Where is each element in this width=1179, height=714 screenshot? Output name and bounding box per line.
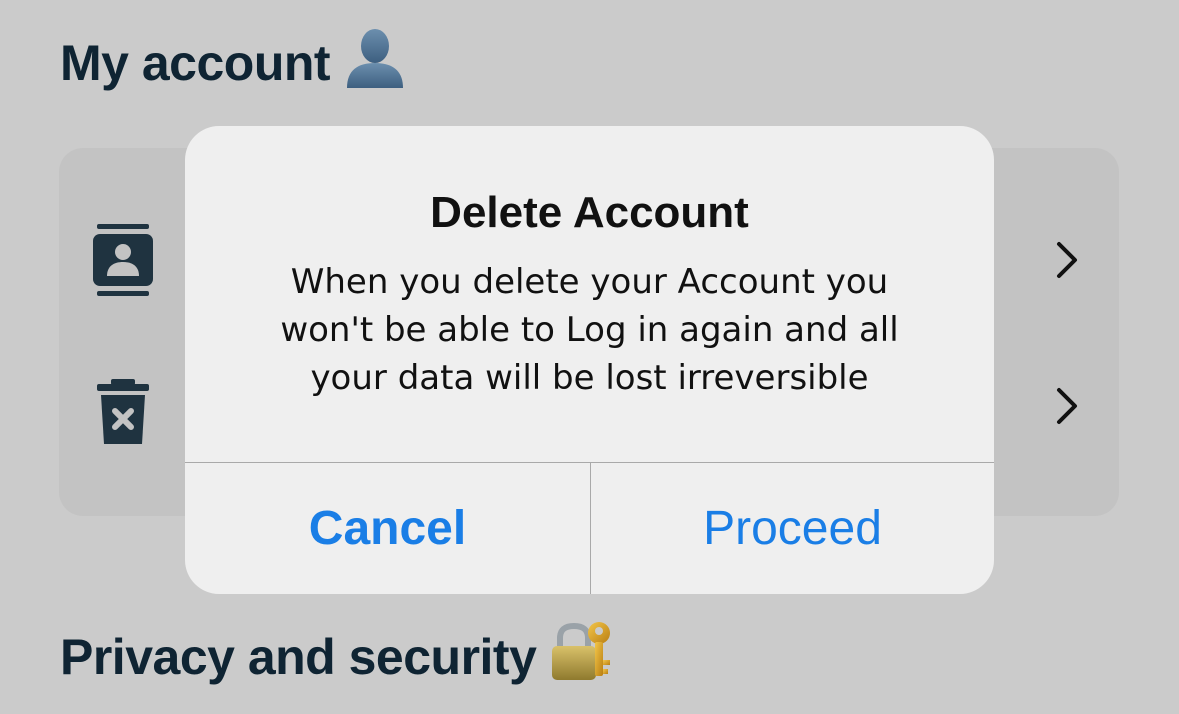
- dialog-message: When you delete your Account you won't b…: [280, 262, 899, 398]
- trash-icon: [91, 368, 155, 448]
- lock-with-key-icon: [550, 620, 614, 694]
- delete-account-dialog: Delete Account When you delete your Acco…: [185, 126, 994, 594]
- chevron-right-icon: [1055, 240, 1079, 284]
- dialog-title: Delete Account: [430, 188, 749, 237]
- chevron-right-icon: [1055, 386, 1079, 430]
- section-title-privacy-security: Privacy and security: [60, 620, 614, 694]
- proceed-button[interactable]: Proceed: [591, 463, 994, 594]
- section-title-my-account: My account: [60, 26, 406, 100]
- cancel-button[interactable]: Cancel: [185, 463, 590, 594]
- section-title-label: My account: [60, 35, 331, 91]
- bust-in-silhouette-icon: [344, 26, 406, 100]
- contact-card-icon: [91, 222, 155, 302]
- section-title-label: Privacy and security: [60, 629, 537, 685]
